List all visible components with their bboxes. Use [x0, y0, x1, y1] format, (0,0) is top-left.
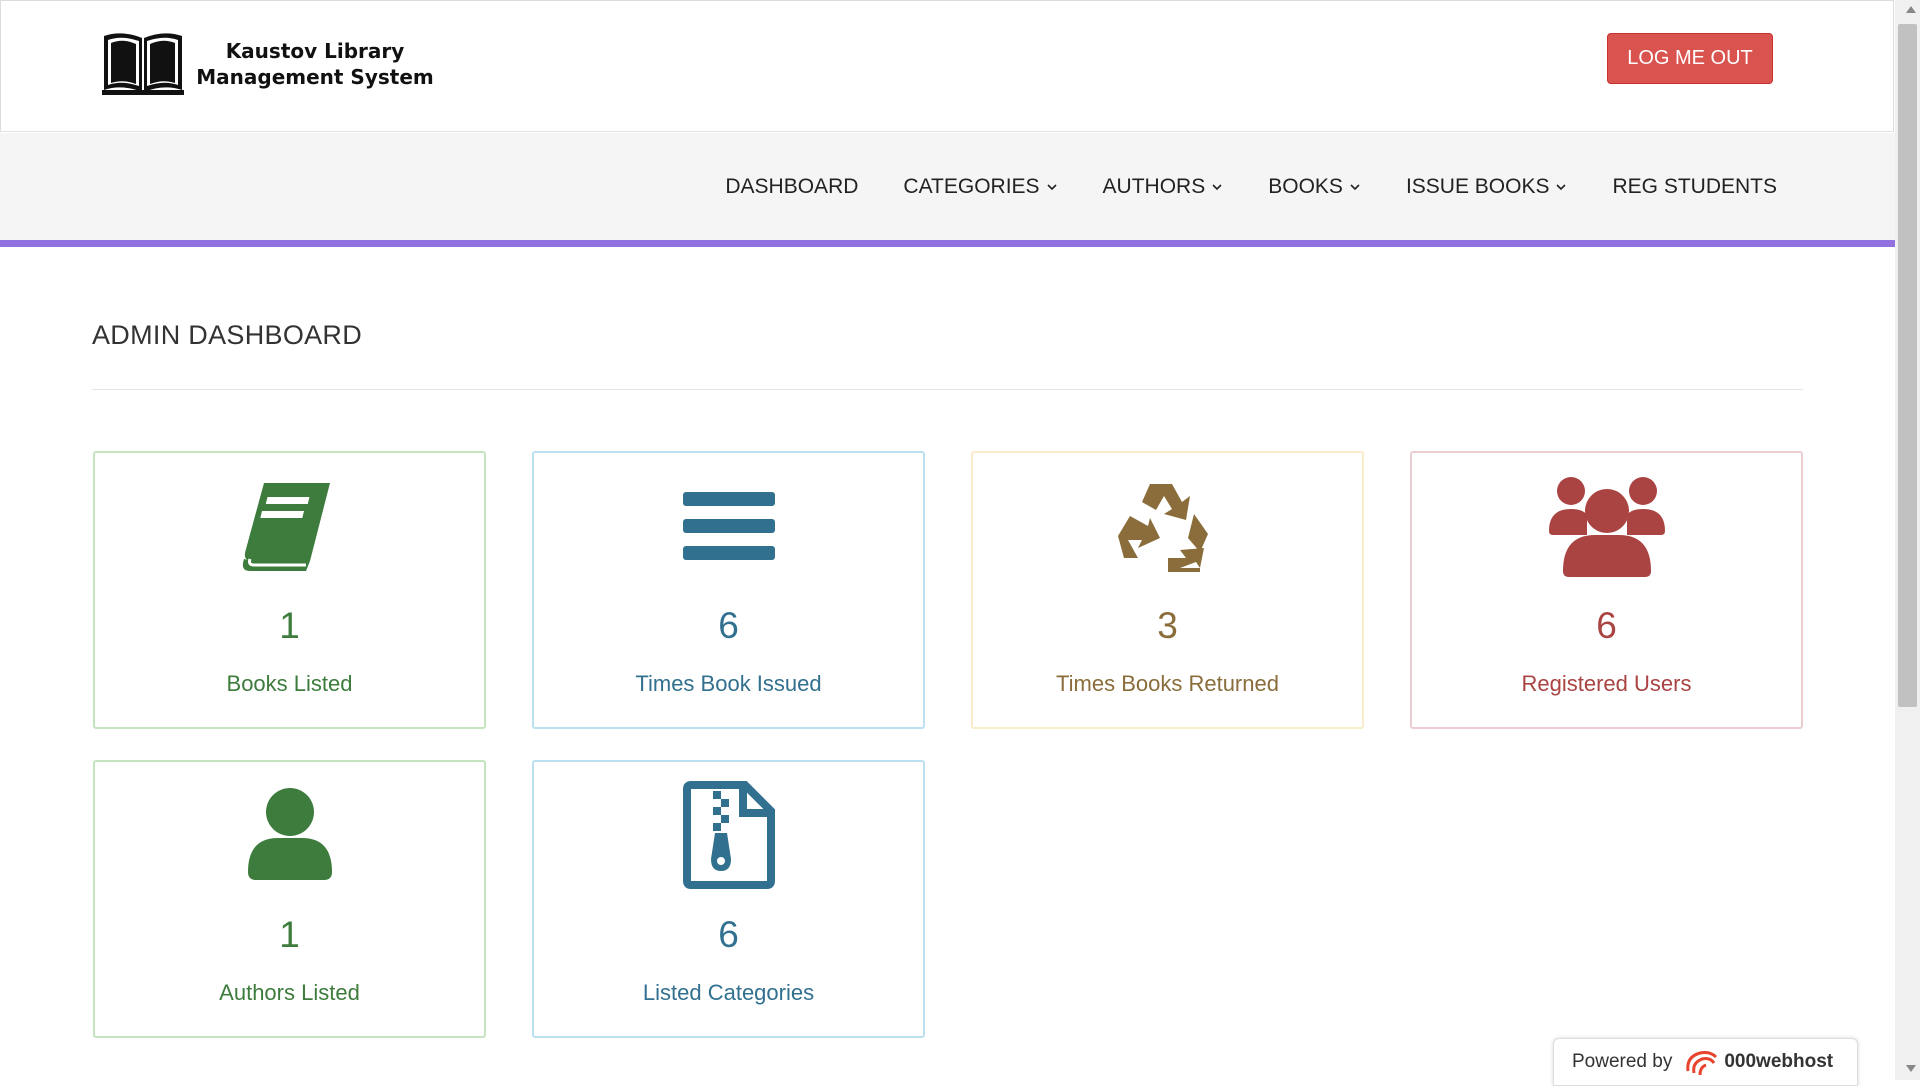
card-count: 1: [279, 605, 300, 646]
nav-item-dashboard[interactable]: DASHBOARD: [725, 175, 858, 199]
file-zip-icon: [682, 781, 775, 889]
nav-item-reg-students[interactable]: REG STUDENTS: [1612, 175, 1777, 199]
chevron-down-icon: [1212, 183, 1222, 190]
nav-item-label: BOOKS: [1268, 174, 1343, 198]
scrollbar-thumb[interactable]: [1898, 24, 1917, 707]
card-count: 6: [1596, 605, 1617, 646]
card-count: 6: [718, 914, 739, 955]
nav-item-label: REG STUDENTS: [1612, 174, 1777, 198]
users-icon: [1548, 477, 1665, 577]
chevron-down-icon: [1350, 183, 1360, 190]
recycle-icon: [1117, 484, 1208, 572]
card-count: 1: [279, 914, 300, 955]
scroll-up-arrow-icon[interactable]: [1906, 6, 1916, 13]
user-icon: [247, 788, 332, 880]
page-title: ADMIN DASHBOARD: [92, 320, 363, 350]
webhost-logo-icon: [1686, 1051, 1718, 1076]
nav-item-authors[interactable]: AUTHORS: [1103, 175, 1224, 199]
nav-item-label: AUTHORS: [1102, 174, 1206, 198]
nav-menu: DASHBOARD CATEGORIES AUTHORS BOOKS ISSUE…: [680, 133, 1777, 240]
title-divider: [92, 389, 1803, 390]
brand-line-2: Management System: [196, 65, 434, 89]
brand-line-1: Kaustov Library: [225, 39, 405, 63]
card-label: Times Books Returned: [1056, 671, 1279, 696]
card-label: Registered Users: [1521, 671, 1692, 696]
times-book-issued-card[interactable]: 6 Times Book Issued: [532, 451, 925, 729]
webhost-name: 000webhost: [1724, 1051, 1834, 1072]
card-label: Books Listed: [226, 671, 353, 696]
card-label: Authors Listed: [219, 980, 360, 1005]
bars-icon: [682, 492, 775, 560]
registered-users-card[interactable]: 6 Registered Users: [1410, 451, 1803, 729]
card-count: 6: [718, 605, 739, 646]
card-count: 3: [1157, 605, 1178, 646]
nav-item-books[interactable]: BOOKS: [1268, 175, 1361, 199]
card-label: Times Book Issued: [635, 671, 822, 696]
book-icon: [242, 483, 330, 571]
chevron-down-icon: [1556, 183, 1567, 190]
scroll-down-arrow-icon[interactable]: [1906, 1065, 1916, 1072]
nav-item-categories[interactable]: CATEGORIES: [903, 175, 1057, 199]
nav-item-issue-books[interactable]: ISSUE BOOKS: [1406, 175, 1568, 199]
brand-title[interactable]: Kaustov Library Management System: [195, 38, 435, 90]
powered-by-badge[interactable]: Powered by 000webhost: [1553, 1038, 1858, 1086]
powered-by-label: Powered by: [1572, 1051, 1673, 1072]
card-label: Listed Categories: [642, 980, 815, 1005]
nav-item-label: ISSUE BOOKS: [1405, 174, 1550, 198]
nav-item-label: DASHBOARD: [725, 174, 859, 198]
logout-button[interactable]: LOG ME OUT: [1607, 33, 1773, 84]
site-header: Kaustov Library Management System LOG ME…: [0, 0, 1894, 132]
page: Kaustov Library Management System LOG ME…: [0, 0, 1895, 1080]
chevron-down-icon: [1046, 183, 1057, 190]
nav-item-label: CATEGORIES: [903, 174, 1040, 198]
books-listed-card[interactable]: 1 Books Listed: [93, 451, 486, 729]
authors-listed-card[interactable]: 1 Authors Listed: [93, 760, 486, 1038]
open-book-logo-icon[interactable]: [102, 28, 184, 96]
times-books-returned-card[interactable]: 3 Times Books Returned: [971, 451, 1364, 729]
listed-categories-card[interactable]: 6 Listed Categories: [532, 760, 925, 1038]
main-navbar: DASHBOARD CATEGORIES AUTHORS BOOKS ISSUE…: [0, 133, 1895, 247]
